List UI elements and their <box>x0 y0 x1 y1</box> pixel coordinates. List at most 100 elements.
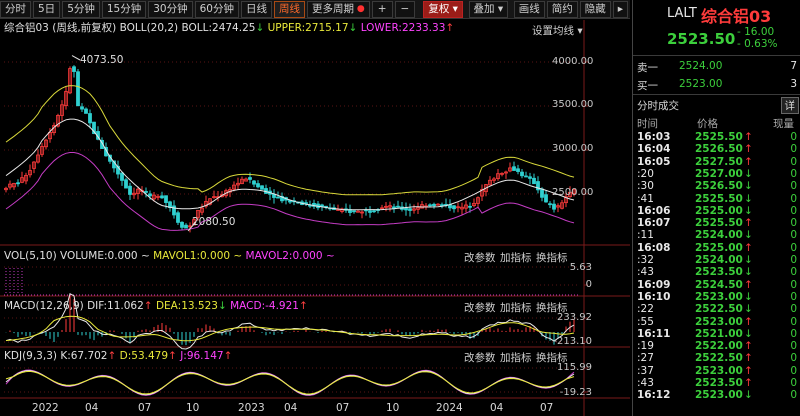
macd-add-indicator-button[interactable]: 加指标 <box>500 300 532 315</box>
macd-change-params-button[interactable]: 改参数 <box>464 300 496 315</box>
tick-time: :32 <box>637 254 654 266</box>
tick-time: :22 <box>637 303 654 316</box>
tick-row: :41 2525.50 ↓ 0 <box>633 193 800 205</box>
tick-dir: ↓ <box>744 389 753 402</box>
tick-time: :37 <box>637 364 654 377</box>
tick-price: 2523.50 <box>695 377 743 389</box>
x-tick-9: 04 <box>490 402 504 414</box>
tick-row: :27 2522.50 ↑ 0 <box>633 352 800 364</box>
more-arrow-button[interactable]: ▸ <box>612 0 629 18</box>
toolbar-daily-button[interactable]: 日线 <box>241 0 272 18</box>
contract-name: 综合铝03 <box>701 7 772 26</box>
tick-price: 2522.50 <box>695 352 743 365</box>
tick-row: :32 2524.00 ↓ 0 <box>633 254 800 266</box>
candle-body <box>372 210 376 213</box>
candle-body <box>452 205 456 210</box>
y-tick-vol-0: 5.63 <box>569 262 592 273</box>
vol-change-params-button[interactable]: 改参数 <box>464 250 496 265</box>
tick-time: 16:05 <box>637 155 671 168</box>
toolbar-five-day-button[interactable]: 5日 <box>33 0 61 18</box>
y-tick-main-0: 4000.00 <box>552 56 594 67</box>
kdj-j: J:96.147 <box>180 350 224 362</box>
lower-up-arrow: ↑ <box>445 22 455 34</box>
tick-price: 2526.50 <box>695 143 743 156</box>
macd-dif: DIF:11.062 <box>87 300 144 312</box>
tick-time: :20 <box>637 167 654 180</box>
y-tick-main-3: 2500.00 <box>552 187 594 198</box>
vol-label: VOL(5,10) <box>4 250 57 262</box>
x-tick-6: 07 <box>336 402 350 414</box>
tick-dir: ↑ <box>744 278 753 291</box>
tick-dir: ↓ <box>744 303 753 316</box>
toolbar-simple-button[interactable]: 简约 <box>546 0 578 18</box>
ask-price: 2524.00 <box>679 60 723 72</box>
tick-row: :43 2523.50 ↑ 0 <box>633 377 800 389</box>
kdj-k: K:67.702 <box>60 350 108 362</box>
candle-body <box>516 168 520 172</box>
vol-mavol1: MAVOL1:0.000 <box>153 250 231 262</box>
boll-mid-line <box>5 118 575 211</box>
settings-ma-button[interactable]: 设置均线 ▾ <box>532 23 583 38</box>
tick-vol: 0 <box>790 254 797 266</box>
tick-dir: ↑ <box>744 340 753 353</box>
candle-body <box>160 195 164 199</box>
toolbar-5min-button[interactable]: 5分钟 <box>62 0 100 18</box>
candle-body <box>528 176 532 179</box>
x-tick-2: 07 <box>138 402 152 414</box>
toolbar-more-periods-button[interactable]: 更多周期 ● <box>307 0 370 18</box>
toolbar-weekly-button[interactable]: 周线 <box>274 0 305 18</box>
candle-body <box>248 177 252 180</box>
tick-dir: ↑ <box>744 364 753 377</box>
bid-price: 2523.00 <box>679 78 723 90</box>
y-tick-kdj-0: 115.99 <box>557 362 592 373</box>
tick-row: 16:06 2525.00 ↓ 0 <box>633 205 800 217</box>
tick-dir: ↑ <box>744 377 753 389</box>
tick-vol: 0 <box>790 377 797 389</box>
tick-vol: 0 <box>790 266 797 279</box>
tick-time: 16:09 <box>637 278 671 291</box>
vol-add-indicator-button[interactable]: 加指标 <box>500 250 532 265</box>
kdj-d: D:53.479 <box>119 350 169 362</box>
zoom-in-button[interactable]: + <box>371 0 393 18</box>
kdj-change-params-button[interactable]: 改参数 <box>464 350 496 365</box>
tick-time: 16:12 <box>637 389 671 402</box>
kdj-add-indicator-button[interactable]: 加指标 <box>500 350 532 365</box>
tick-row: :22 2522.50 ↓ 0 <box>633 303 800 315</box>
toolbar-overlay-button[interactable]: 叠加 ▾ <box>468 0 509 18</box>
vol-header: VOL(5,10) VOLUME:0.000 ~ MAVOL1:0.000 ~ … <box>4 250 335 262</box>
toolbar-30min-button[interactable]: 30分钟 <box>148 0 193 18</box>
candle-body <box>520 171 524 177</box>
zoom-out-button[interactable]: − <box>394 0 416 18</box>
contract-title: 综合铝03 <box>4 22 49 34</box>
upper-value: UPPER:2715.17 <box>267 22 349 34</box>
candle-body <box>16 182 20 185</box>
kdj-header: KDJ(9,3,3) K:67.702↑ D:53.479↑ J:96.147↑ <box>4 350 233 362</box>
toolbar-draw-line-button[interactable]: 画线 <box>513 0 545 18</box>
tick-row: :43 2523.50 ↓ 0 <box>633 266 800 278</box>
tick-time: :11 <box>637 229 654 242</box>
x-tick-4: 2023 <box>238 402 265 414</box>
toolbar-15min-button[interactable]: 15分钟 <box>101 0 147 18</box>
tick-price: 2527.00 <box>695 167 743 180</box>
tick-dir: ↓ <box>744 204 753 217</box>
tick-row: 16:05 2527.50 ↑ 0 <box>633 156 800 168</box>
low-price-marker: 2080.50 <box>192 216 236 228</box>
tick-price: 2523.00 <box>695 389 743 402</box>
detail-button[interactable]: 详 <box>780 97 799 114</box>
toolbar-adjust-button[interactable]: 复权 ▾ <box>423 0 463 18</box>
x-tick-10: 07 <box>540 402 554 414</box>
y-tick-kdj-1: -19.23 <box>559 387 592 398</box>
tick-price: 2525.00 <box>695 204 743 217</box>
candle-body <box>76 71 80 107</box>
tick-vol: 0 <box>790 229 797 242</box>
toolbar-minute-chart-button[interactable]: 分时 <box>0 0 31 18</box>
candle-body <box>252 180 256 185</box>
kline-chart-area[interactable]: 综合铝03 (周线,前复权) BOLL(20,2) BOLL:2474.25↓ … <box>0 20 630 416</box>
candle-body <box>532 177 536 185</box>
toolbar-60min-button[interactable]: 60分钟 <box>194 0 239 18</box>
quote-header: LALT 综合铝03 <box>633 6 800 26</box>
tick-price: 2525.50 <box>695 217 743 230</box>
tick-vol: 0 <box>790 327 797 340</box>
toolbar-hide-button[interactable]: 隐藏 <box>579 0 611 18</box>
tick-row: 16:04 2526.50 ↑ 0 <box>633 143 800 155</box>
